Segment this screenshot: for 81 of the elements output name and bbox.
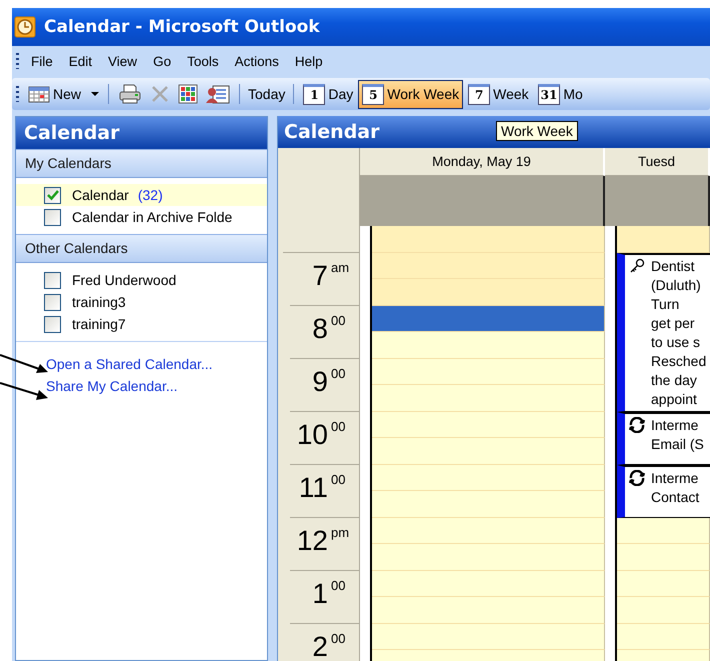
grid-icon xyxy=(178,84,198,104)
hour-suffix: pm xyxy=(331,526,350,540)
hour-suffix: 00 xyxy=(331,420,346,434)
printer-icon xyxy=(118,84,142,104)
calendar-item[interactable]: Calendar (32) xyxy=(16,184,267,206)
menu-item[interactable]: Edit xyxy=(62,52,102,70)
hour-suffix: 00 xyxy=(331,632,346,646)
view-button[interactable]: 5 Work Week xyxy=(358,80,464,108)
clock-icon xyxy=(14,16,36,38)
calendar-item[interactable]: Calendar in Archive Folde xyxy=(16,206,267,228)
view-button[interactable]: 7 Week xyxy=(464,80,533,108)
appointment-text: Dentist (Duluth) Turn get per to use s Resched the day appoint xyxy=(651,256,706,408)
hour-suffix: 00 xyxy=(331,579,346,593)
address-book-icon xyxy=(206,84,230,104)
day-header[interactable]: Tuesd xyxy=(605,148,710,176)
menu-item[interactable]: Tools xyxy=(181,52,229,70)
appointment[interactable]: Interme Contact xyxy=(617,464,710,518)
appointment-text: Interme Contact xyxy=(651,468,700,506)
hour-suffix: 00 xyxy=(331,314,346,328)
section-header[interactable]: Other Calendars xyxy=(16,234,267,263)
calendar-name: Calendar xyxy=(72,187,129,203)
menu-item[interactable]: Actions xyxy=(228,52,289,70)
recurrence-icon xyxy=(629,470,645,486)
checkbox[interactable] xyxy=(44,316,61,332)
hour-suffix: 00 xyxy=(331,367,346,381)
hour-label: 7 xyxy=(312,261,328,291)
menu-item[interactable]: Help xyxy=(288,52,333,70)
calendar-item[interactable]: training7 xyxy=(16,313,267,335)
menu-item[interactable]: File xyxy=(25,52,63,70)
item-count: (32) xyxy=(138,187,163,203)
menu-item[interactable]: View xyxy=(102,52,148,70)
task-link[interactable]: Share My Calendar... xyxy=(46,378,267,394)
calendar-icon: 7 xyxy=(468,84,490,104)
calendar-name: training3 xyxy=(72,294,126,310)
grip-handle[interactable] xyxy=(16,53,19,69)
hour-label: 8 xyxy=(312,314,328,344)
window-title: Calendar - Microsoft Outlook xyxy=(44,17,320,37)
menu-item[interactable]: Go xyxy=(147,52,182,70)
view-button[interactable]: 1 Day xyxy=(299,80,358,108)
hour-suffix: 00 xyxy=(331,473,346,487)
grip-handle[interactable] xyxy=(16,86,19,102)
hour-label: 10 xyxy=(296,420,328,450)
delete-icon xyxy=(150,84,170,104)
hour-label: 12 xyxy=(296,526,328,556)
calendar-name: training7 xyxy=(72,316,126,332)
checkbox[interactable] xyxy=(44,294,61,310)
calendar-icon: 1 xyxy=(303,84,326,104)
calendar-name: Calendar in Archive Folde xyxy=(72,209,232,225)
calendar-name: Fred Underwood xyxy=(72,272,176,288)
section-header[interactable]: My Calendars xyxy=(16,149,267,178)
calendar-icon xyxy=(28,85,50,103)
all-day-area[interactable] xyxy=(360,176,605,226)
appointment-text: Interme Email (S xyxy=(651,416,704,454)
calendar-item[interactable]: training3 xyxy=(16,291,267,313)
today-button[interactable]: Today xyxy=(245,84,288,104)
calendar-icon: 5 xyxy=(362,84,384,104)
recurrence-icon xyxy=(629,416,645,432)
new-button[interactable]: New xyxy=(25,83,104,105)
tooltip: Work Week xyxy=(496,121,578,141)
hour-suffix: am xyxy=(331,261,350,275)
view-button[interactable]: 31 Mo xyxy=(534,80,587,108)
time-slot[interactable] xyxy=(617,518,710,544)
hour-label: 1 xyxy=(312,579,328,609)
checkbox[interactable] xyxy=(44,272,61,288)
hour-label: 2 xyxy=(312,632,328,661)
calendar-item[interactable]: Fred Underwood xyxy=(16,269,267,291)
appointment[interactable]: Dentist (Duluth) Turn get per to use s Resched the day appoint xyxy=(617,252,710,412)
checkbox[interactable] xyxy=(44,208,61,226)
time-slot[interactable] xyxy=(372,306,605,332)
caret-icon xyxy=(90,91,100,97)
hour-label: 9 xyxy=(312,367,328,397)
all-day-area[interactable] xyxy=(605,176,710,226)
appointment[interactable]: Interme Email (S xyxy=(617,412,710,464)
key-icon xyxy=(629,258,645,274)
task-link[interactable]: Open a Shared Calendar... xyxy=(46,356,267,372)
hour-label: 11 xyxy=(298,473,328,503)
day-header[interactable]: Monday, May 19 xyxy=(360,148,605,176)
pane-header: Calendar xyxy=(16,117,267,149)
calendar-icon: 31 xyxy=(538,84,560,104)
checkbox[interactable] xyxy=(44,186,61,204)
pane-header: Calendar xyxy=(283,121,380,143)
